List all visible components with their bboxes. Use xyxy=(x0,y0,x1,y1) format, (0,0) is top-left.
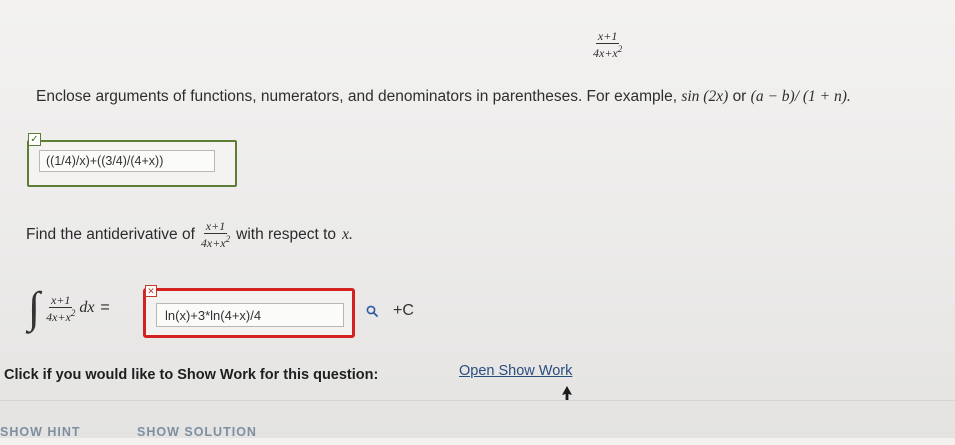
integrand-fraction: x+1 4x+x2 xyxy=(46,292,76,324)
example-fraction: (a − b)/ (1 + n). xyxy=(750,88,851,105)
show-solution-button[interactable]: SHOW SOLUTION xyxy=(137,425,257,445)
incorrect-x-icon: ✕ xyxy=(145,285,157,297)
question-text: Find the antiderivative of x+1 4x+x2 wit… xyxy=(26,219,353,250)
equals-sign: = xyxy=(100,299,110,316)
question-fraction: x+1 4x+x2 xyxy=(200,219,231,250)
instructions-text: Enclose arguments of functions, numerato… xyxy=(36,88,851,105)
constant-of-integration: +C xyxy=(393,302,414,319)
fraction-denominator: 4x+x2 xyxy=(593,44,623,60)
integral-sign: ∫ xyxy=(28,283,41,332)
answer-input-1[interactable]: ((1/4)/x)+((3/4)/(4+x)) xyxy=(39,150,215,172)
mouse-cursor-icon xyxy=(562,386,572,400)
show-hint-button[interactable]: SHOW HINT xyxy=(0,425,81,445)
checkmark-icon: ✓ xyxy=(28,133,41,146)
show-work-label: Click if you would like to Show Work for… xyxy=(4,367,379,383)
open-show-work-link[interactable]: Open Show Work xyxy=(459,363,572,379)
search-icon[interactable] xyxy=(366,305,378,317)
integral-expression: ∫ x+1 4x+x2 dx = xyxy=(28,286,110,330)
example-sin: sin (2x) xyxy=(681,88,729,105)
answer-input-2[interactable]: ln(x)+3*ln(4+x)/4 xyxy=(156,303,344,327)
fraction-numerator: x+1 xyxy=(595,29,620,44)
expression-fraction: x+1 4x+x2 xyxy=(593,30,622,59)
differential: dx xyxy=(79,299,95,316)
answer-box-incorrect: ln(x)+3*ln(4+x)/4 xyxy=(143,288,355,338)
answer-box-correct: ((1/4)/x)+((3/4)/(4+x)) xyxy=(27,140,237,187)
